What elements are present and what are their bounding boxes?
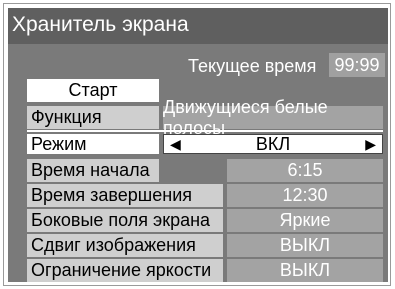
mode-value: ВКЛ (255, 133, 291, 154)
end-time-label: Время завершения (27, 184, 223, 207)
current-time-label: Текущее время (188, 56, 317, 76)
mode-label: Режим (27, 134, 159, 154)
divider-line (27, 130, 383, 132)
side-bars-label: Боковые поля экрана (27, 209, 223, 232)
left-arrow-icon[interactable]: ◀ (170, 135, 181, 153)
start-time-value[interactable]: 6:15 (227, 159, 383, 182)
brightness-limit-label: Ограничение яркости (27, 259, 223, 282)
start-time-label: Время начала (27, 159, 159, 182)
side-bars-value[interactable]: Яркие (227, 209, 383, 232)
function-value[interactable]: Движущиеся белые полосы (163, 97, 383, 138)
brightness-limit-value[interactable]: ВЫКЛ (227, 259, 383, 282)
end-time-value[interactable]: 12:30 (227, 184, 383, 207)
window-title: Хранитель экрана (12, 13, 189, 36)
current-time-value: 99:99 (329, 53, 385, 77)
start-button[interactable]: Старт (27, 79, 159, 102)
right-arrow-icon[interactable]: ▶ (365, 135, 376, 153)
image-shift-label: Сдвиг изображения (27, 234, 223, 257)
mode-selector[interactable]: ◀ ВКЛ ▶ (163, 134, 383, 154)
image-shift-value[interactable]: ВЫКЛ (227, 234, 383, 257)
title-bar: Хранитель экрана (8, 8, 388, 44)
function-label: Функция (27, 106, 159, 129)
